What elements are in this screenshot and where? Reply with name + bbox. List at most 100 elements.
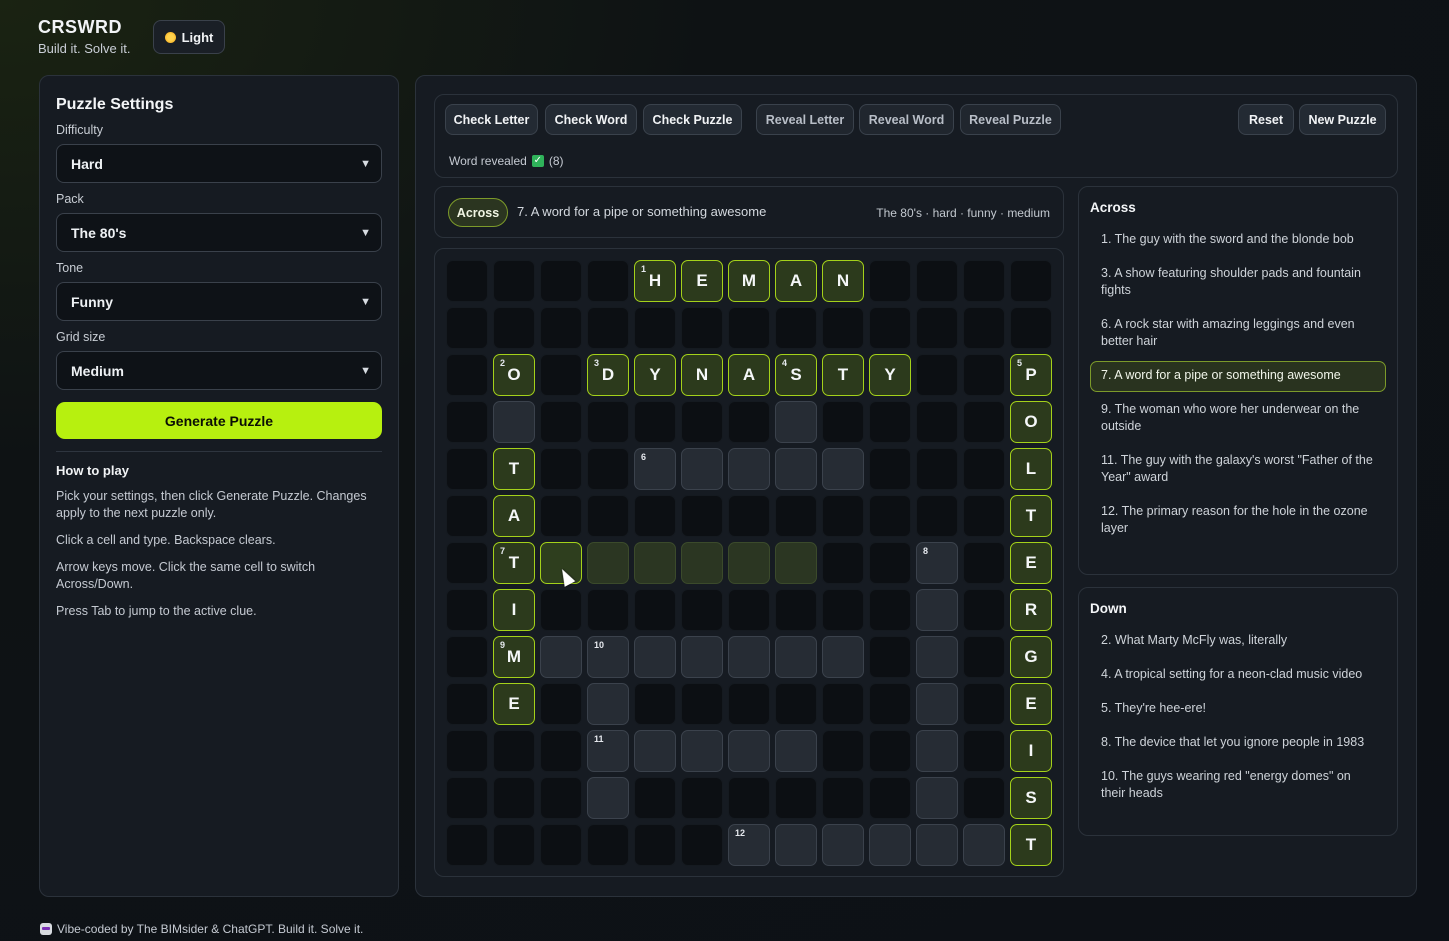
theme-toggle-button[interactable]: Light <box>153 20 225 54</box>
block-cell <box>587 307 629 349</box>
grid-cell[interactable] <box>822 448 864 490</box>
reveal-letter-button[interactable]: Reveal Letter <box>756 104 854 135</box>
grid-cell[interactable]: E <box>1010 683 1052 725</box>
grid-cell[interactable] <box>587 683 629 725</box>
grid-cell[interactable]: E <box>1010 542 1052 584</box>
grid-cell[interactable]: 12 <box>728 824 770 866</box>
down-clue[interactable]: 5. They're hee-ere! <box>1090 694 1386 725</box>
grid-cell[interactable] <box>728 448 770 490</box>
grid-cell[interactable]: T <box>1010 824 1052 866</box>
grid-cell[interactable] <box>728 636 770 678</box>
grid-cell[interactable] <box>775 824 817 866</box>
down-clue[interactable]: 2. What Marty McFly was, literally <box>1090 626 1386 657</box>
grid-cell[interactable] <box>681 448 723 490</box>
across-clue[interactable]: 6. A rock star with amazing leggings and… <box>1090 310 1386 358</box>
grid-cell[interactable] <box>775 542 817 584</box>
difficulty-label: Difficulty <box>56 123 104 137</box>
pack-select[interactable]: The 80's ▼ <box>56 213 382 252</box>
grid-cell[interactable] <box>587 542 629 584</box>
grid-cell[interactable] <box>728 730 770 772</box>
grid-cell[interactable] <box>775 636 817 678</box>
check-word-button[interactable]: Check Word <box>545 104 637 135</box>
down-clue[interactable]: 10. The guys wearing red "energy domes" … <box>1090 762 1386 810</box>
grid-cell[interactable] <box>681 542 723 584</box>
grid-cell[interactable] <box>728 542 770 584</box>
block-cell <box>634 589 676 631</box>
generate-puzzle-button[interactable]: Generate Puzzle <box>56 402 382 439</box>
grid-cell[interactable]: Y <box>634 354 676 396</box>
grid-cell[interactable] <box>681 636 723 678</box>
grid-cell[interactable]: S <box>1010 777 1052 819</box>
down-clue[interactable]: 8. The device that let you ignore people… <box>1090 728 1386 759</box>
grid-cell[interactable]: A <box>493 495 535 537</box>
across-clue[interactable]: 3. A show featuring shoulder pads and fo… <box>1090 259 1386 307</box>
grid-cell[interactable]: 4S <box>775 354 817 396</box>
check-puzzle-button[interactable]: Check Puzzle <box>643 104 742 135</box>
grid-cell[interactable]: I <box>493 589 535 631</box>
grid-cell[interactable]: 1H <box>634 260 676 302</box>
across-clue[interactable]: 1. The guy with the sword and the blonde… <box>1090 225 1386 256</box>
grid-cell[interactable] <box>634 636 676 678</box>
grid-cell[interactable] <box>775 730 817 772</box>
grid-cell[interactable]: G <box>1010 636 1052 678</box>
across-clue[interactable]: 12. The primary reason for the hole in t… <box>1090 497 1386 545</box>
grid-size-select[interactable]: Medium ▼ <box>56 351 382 390</box>
grid-cell[interactable]: E <box>681 260 723 302</box>
grid-cell[interactable] <box>634 730 676 772</box>
grid-cell[interactable] <box>916 824 958 866</box>
grid-cell[interactable] <box>540 636 582 678</box>
grid-cell[interactable] <box>916 589 958 631</box>
grid-cell[interactable]: 11 <box>587 730 629 772</box>
grid-cell[interactable] <box>681 730 723 772</box>
grid-cell[interactable] <box>916 636 958 678</box>
grid-cell[interactable]: A <box>728 354 770 396</box>
grid-cell[interactable] <box>775 448 817 490</box>
grid-cell[interactable]: T <box>493 448 535 490</box>
grid-cell[interactable] <box>587 777 629 819</box>
grid-cell[interactable]: M <box>728 260 770 302</box>
grid-cell[interactable] <box>634 542 676 584</box>
grid-cell[interactable] <box>916 683 958 725</box>
grid-cell[interactable] <box>916 730 958 772</box>
checkmark-icon: ✓ <box>531 155 544 167</box>
grid-cell[interactable]: L <box>1010 448 1052 490</box>
grid-cell[interactable] <box>963 824 1005 866</box>
difficulty-select[interactable]: Hard ▼ <box>56 144 382 183</box>
grid-cell[interactable]: 10 <box>587 636 629 678</box>
new-puzzle-button[interactable]: New Puzzle <box>1299 104 1386 135</box>
grid-cell[interactable]: 3D <box>587 354 629 396</box>
grid-cell[interactable]: I <box>1010 730 1052 772</box>
grid-cell[interactable]: A <box>775 260 817 302</box>
grid-cell[interactable]: 7T <box>493 542 535 584</box>
grid-cell[interactable] <box>869 824 911 866</box>
grid-cell[interactable] <box>493 401 535 443</box>
grid-cell[interactable]: Y <box>869 354 911 396</box>
grid-cell[interactable] <box>916 777 958 819</box>
tone-select[interactable]: Funny ▼ <box>56 282 382 321</box>
grid-cell[interactable]: T <box>1010 495 1052 537</box>
down-clue[interactable]: 4. A tropical setting for a neon-clad mu… <box>1090 660 1386 691</box>
grid-cell[interactable]: 2O <box>493 354 535 396</box>
across-clue-selected[interactable]: 7. A word for a pipe or something awesom… <box>1090 361 1386 392</box>
grid-cell[interactable]: N <box>822 260 864 302</box>
across-clue[interactable]: 9. The woman who wore her underwear on t… <box>1090 395 1386 443</box>
grid-cell[interactable] <box>822 636 864 678</box>
grid-cell[interactable]: R <box>1010 589 1052 631</box>
reveal-puzzle-button[interactable]: Reveal Puzzle <box>960 104 1061 135</box>
grid-cell[interactable]: 8 <box>916 542 958 584</box>
reset-button[interactable]: Reset <box>1238 104 1294 135</box>
across-clue[interactable]: 11. The guy with the galaxy's worst "Fat… <box>1090 446 1386 494</box>
grid-cell[interactable]: N <box>681 354 723 396</box>
grid-cell[interactable]: E <box>493 683 535 725</box>
grid-cell[interactable]: 6 <box>634 448 676 490</box>
direction-toggle[interactable]: Across <box>448 198 508 227</box>
grid-cell[interactable] <box>775 401 817 443</box>
grid-cell[interactable] <box>822 824 864 866</box>
grid-cell[interactable]: T <box>822 354 864 396</box>
grid-cell[interactable]: O <box>1010 401 1052 443</box>
check-letter-button[interactable]: Check Letter <box>445 104 538 135</box>
reveal-word-button[interactable]: Reveal Word <box>859 104 954 135</box>
grid-cell[interactable]: 5P <box>1010 354 1052 396</box>
block-cell <box>540 260 582 302</box>
grid-cell[interactable]: 9M <box>493 636 535 678</box>
